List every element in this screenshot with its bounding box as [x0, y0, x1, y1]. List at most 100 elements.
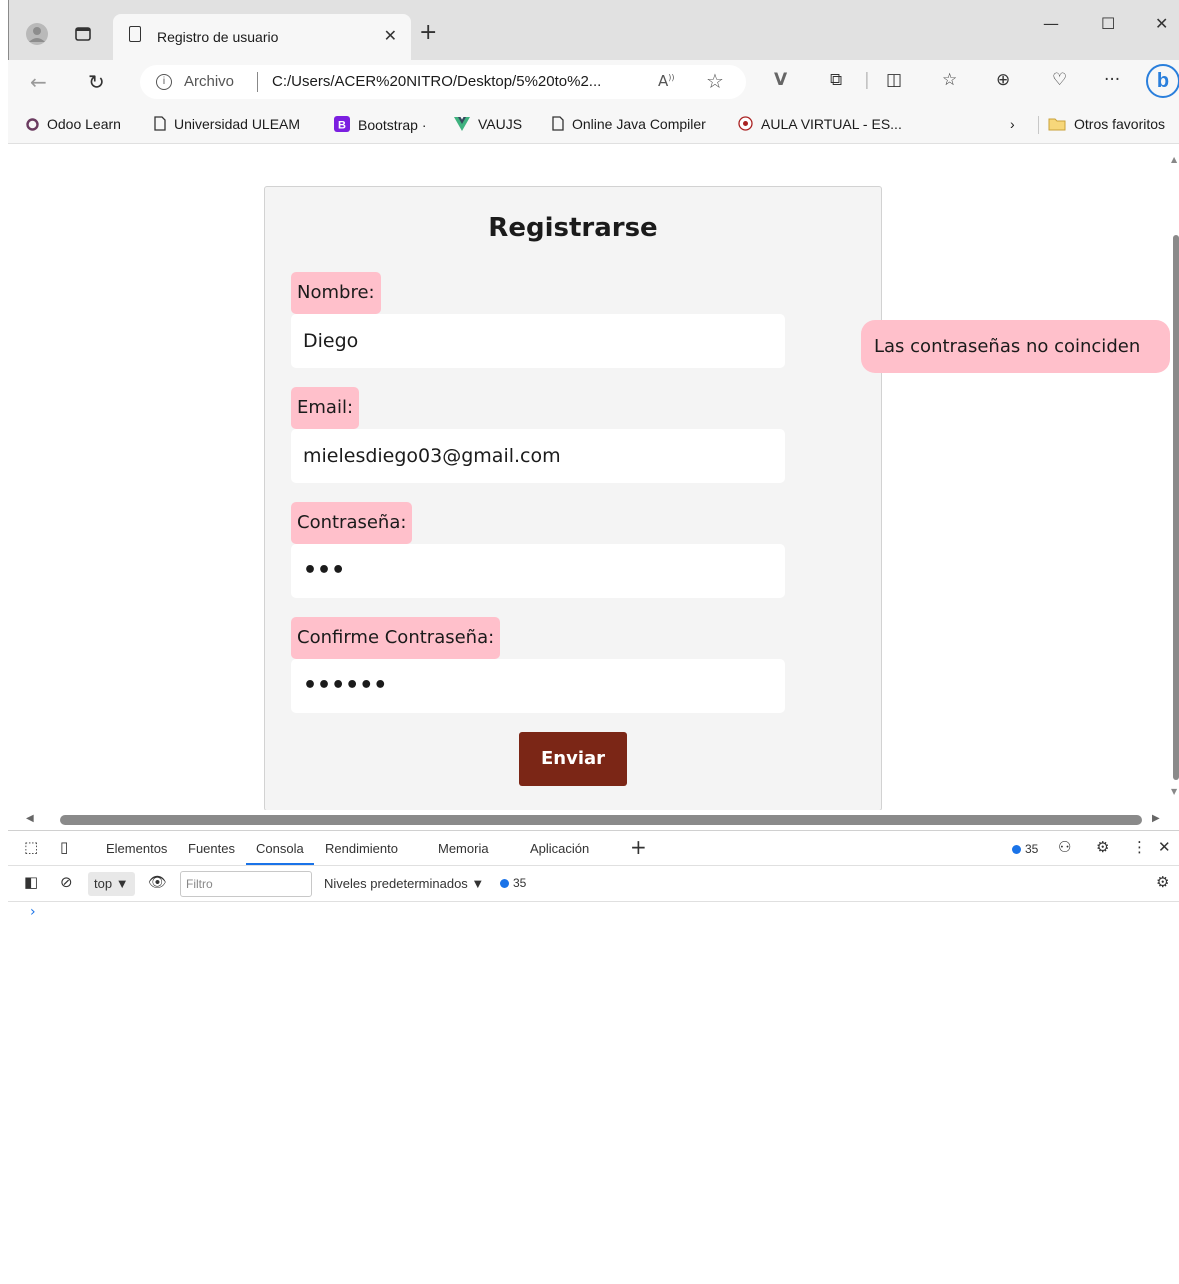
close-devtools-icon[interactable]: ✕ — [1158, 840, 1171, 855]
bookmark-odoo[interactable]: Odoo Learn — [26, 116, 121, 134]
odoo-icon — [26, 118, 39, 134]
clear-console-icon[interactable]: ⊘ — [60, 875, 73, 890]
scroll-down-arrow[interactable]: ▼ — [1171, 787, 1177, 796]
log-levels-dropdown[interactable]: Niveles predeterminados ▼ — [324, 876, 484, 891]
tab-elementos[interactable]: Elementos — [106, 841, 167, 856]
tab-consola[interactable]: Consola — [246, 841, 314, 865]
window-left-edge — [0, 0, 8, 1284]
log-levels-label: Niveles predeterminados — [324, 876, 468, 891]
tab-aplicacion[interactable]: Aplicación — [530, 841, 589, 856]
new-tab-button[interactable]: + — [419, 22, 437, 44]
browser-essentials-icon[interactable]: ♡ — [1052, 72, 1067, 89]
message-icon — [500, 879, 509, 888]
close-tab-icon[interactable]: ✕ — [384, 26, 397, 45]
console-prompt-icon[interactable]: › — [30, 904, 36, 920]
split-screen-icon[interactable]: ◫ — [886, 72, 902, 89]
tab-actions-icon[interactable] — [69, 20, 97, 48]
page-viewport: Registrarse Nombre: Diego Email: mielesd… — [8, 145, 1179, 810]
submit-button[interactable]: Enviar — [519, 732, 627, 786]
registration-form: Registrarse Nombre: Diego Email: mielesd… — [264, 186, 882, 810]
aula-icon — [738, 116, 753, 134]
address-bar[interactable]: i Archivo C:/Users/ACER%20NITRO/Desktop/… — [140, 65, 746, 99]
favorites-icon[interactable]: ☆ — [942, 72, 957, 89]
tab-title: Registro de usuario — [157, 29, 279, 45]
page-icon — [129, 26, 141, 42]
page-icon — [552, 116, 564, 134]
profile-icon[interactable] — [23, 20, 51, 48]
bookmark-vaujs[interactable]: VAUJS — [454, 116, 522, 134]
back-button[interactable]: ← — [30, 70, 47, 94]
devtools-menu-icon[interactable]: ⋮ — [1132, 840, 1147, 855]
other-favorites[interactable]: Otros favoritos — [1048, 116, 1165, 134]
refresh-button[interactable]: ↻ — [88, 70, 105, 94]
name-label: Nombre: — [291, 272, 381, 314]
live-expression-eye-icon[interactable]: 👁 — [148, 875, 167, 890]
console-toolbar: ◧ ⊘ top ▼ 👁 Filtro Niveles predeterminad… — [8, 866, 1179, 902]
messages-count: 35 — [513, 876, 527, 890]
devtools-tabstrip: ⬚ ▯ Elementos Fuentes Consola Rendimient… — [8, 830, 1179, 866]
scroll-left-arrow[interactable]: ◀ — [26, 813, 34, 824]
message-icon — [1012, 845, 1021, 854]
more-tools-icon[interactable]: + — [630, 837, 647, 857]
other-favorites-label: Otros favoritos — [1074, 116, 1166, 132]
svg-text:B: B — [338, 120, 346, 132]
form-title: Registrarse — [488, 213, 658, 243]
console-settings-gear-icon[interactable]: ⚙ — [1156, 875, 1169, 890]
bing-copilot-icon[interactable]: b — [1146, 64, 1179, 98]
extensions-icon[interactable]: ⧉ — [830, 72, 842, 89]
bookmark-label: Universidad ULEAM — [174, 116, 301, 132]
issues-badge[interactable]: 35 — [1012, 842, 1038, 856]
console-output[interactable] — [8, 903, 1179, 1284]
password-mismatch-alert: Las contraseñas no coinciden — [861, 320, 1170, 373]
address-scheme: Archivo — [184, 73, 235, 90]
browser-window: Registro de usuario ✕ + — ☐ ✕ ← ↻ i Arch… — [8, 0, 1179, 1284]
minimize-button[interactable]: — — [1043, 14, 1059, 33]
bookmarks-bar: Odoo Learn Universidad ULEAM B Bootstrap … — [8, 106, 1179, 144]
connected-devices-icon[interactable]: ⚇ — [1058, 840, 1071, 855]
collections-icon[interactable]: ⊕ — [996, 72, 1010, 89]
address-separator — [257, 72, 258, 92]
maximize-button[interactable]: ☐ — [1101, 14, 1115, 33]
horizontal-scrollbar[interactable] — [60, 815, 1142, 825]
more-menu-icon[interactable]: ··· — [1104, 72, 1120, 89]
email-input[interactable]: mielesdiego03@gmail.com — [291, 429, 785, 483]
tab-fuentes[interactable]: Fuentes — [188, 841, 235, 856]
toolbar-divider: | — [864, 70, 870, 90]
tab-bar: Registro de usuario ✕ + — ☐ ✕ — [8, 0, 1179, 60]
name-input[interactable]: Diego — [291, 314, 785, 368]
confirm-password-input[interactable]: •••••• — [291, 659, 785, 713]
inspect-element-icon[interactable]: ⬚ — [24, 840, 38, 855]
tab-memoria[interactable]: Memoria — [438, 841, 489, 856]
toolbar: ← ↻ i Archivo C:/Users/ACER%20NITRO/Desk… — [8, 60, 1179, 106]
address-url[interactable]: C:/Users/ACER%20NITRO/Desktop/5%20to%2..… — [272, 73, 601, 90]
bookmark-label: Online Java Compiler — [572, 116, 706, 132]
settings-gear-icon[interactable]: ⚙ — [1096, 840, 1109, 855]
bookmarks-overflow-icon[interactable]: › — [1010, 116, 1015, 132]
favorite-star-icon[interactable]: ☆ — [706, 69, 724, 93]
close-window-button[interactable]: ✕ — [1155, 14, 1168, 33]
bookmark-bootstrap[interactable]: B Bootstrap · — [334, 116, 426, 135]
device-emulation-icon[interactable]: ▯ — [60, 840, 68, 855]
context-selector[interactable]: top ▼ — [88, 872, 135, 896]
scroll-up-arrow[interactable]: ▲ — [1171, 155, 1177, 164]
info-icon[interactable]: i — [156, 74, 172, 90]
context-label: top — [94, 876, 113, 891]
tab-registro[interactable]: Registro de usuario ✕ — [113, 14, 411, 60]
sidebar-toggle-icon[interactable]: ◧ — [24, 875, 38, 890]
password-label: Contraseña: — [291, 502, 413, 544]
password-input[interactable]: ••• — [291, 544, 785, 598]
bookmark-label: VAUJS — [478, 116, 523, 132]
read-aloud-icon[interactable]: A)) — [658, 72, 675, 90]
bootstrap-icon: B — [334, 116, 350, 135]
messages-badge[interactable]: 35 — [500, 876, 526, 890]
bookmark-aula-virtual[interactable]: AULA VIRTUAL - ES... — [738, 116, 902, 134]
bookmark-uleam[interactable]: Universidad ULEAM — [154, 116, 300, 134]
page-icon — [154, 116, 166, 134]
filter-input[interactable]: Filtro — [180, 871, 312, 897]
vertical-scrollbar[interactable] — [1173, 235, 1179, 780]
tab-rendimiento[interactable]: Rendimiento — [325, 841, 398, 856]
vue-devtools-icon[interactable]: V — [774, 72, 787, 89]
email-label: Email: — [291, 387, 360, 429]
bookmark-java-compiler[interactable]: Online Java Compiler — [552, 116, 706, 134]
scroll-right-arrow[interactable]: ▶ — [1152, 813, 1160, 824]
